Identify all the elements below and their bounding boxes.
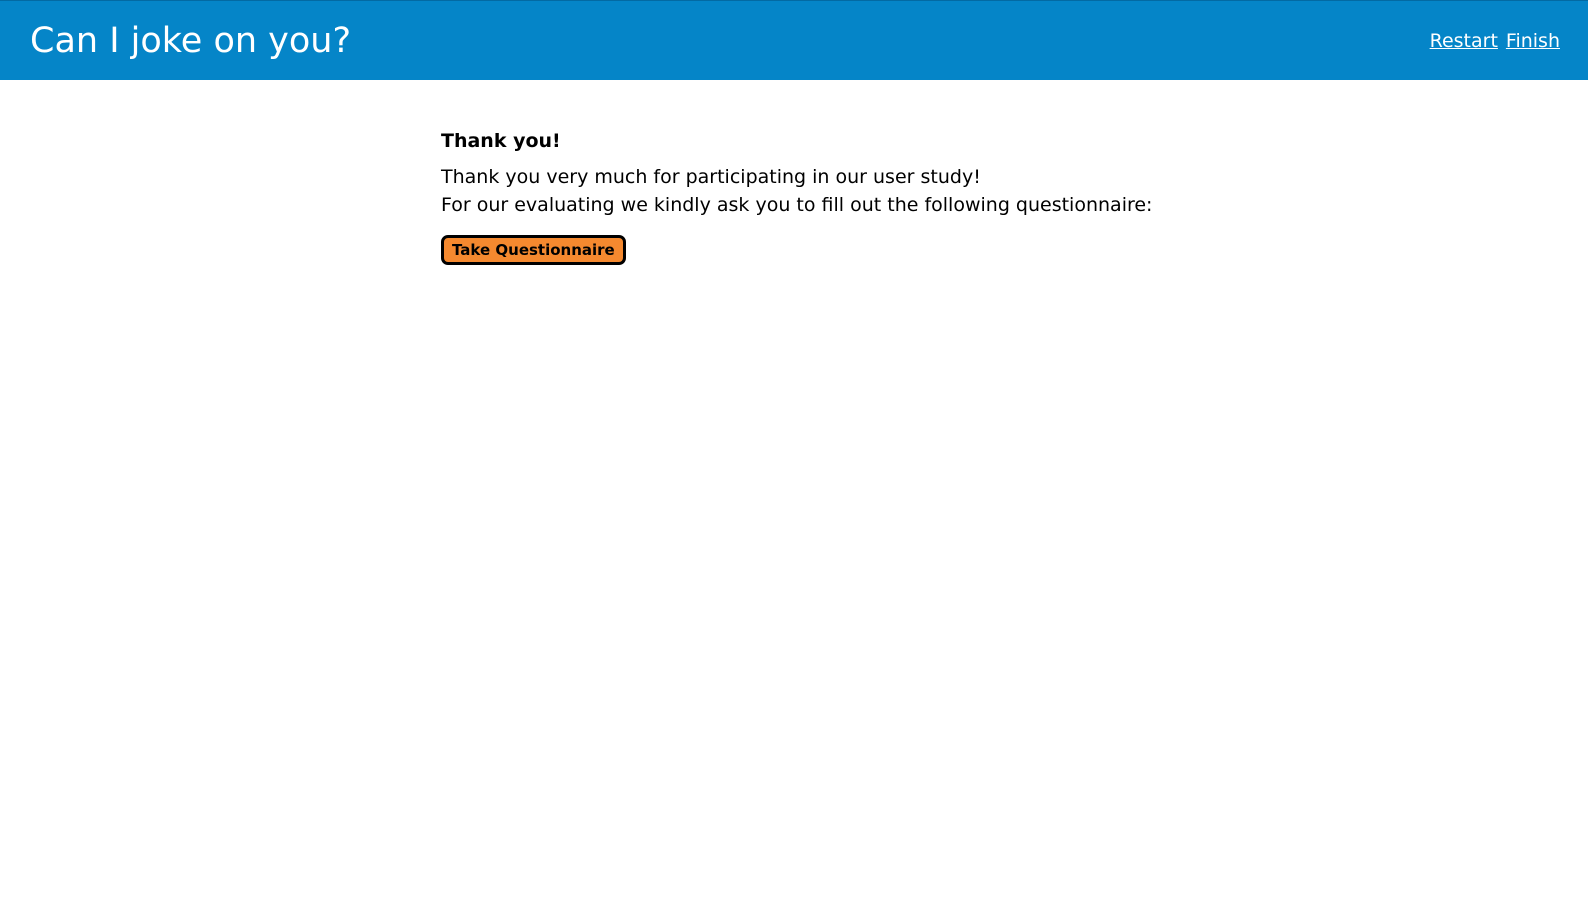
message-line: For our evaluating we kindly ask you to … [441, 194, 1153, 216]
thank-you-heading: Thank you! [441, 130, 561, 152]
message-line: Thank you very much for participating in… [441, 166, 981, 188]
take-questionnaire-button[interactable]: Take Questionnaire [441, 235, 626, 265]
app-title: Can I joke on you? [30, 21, 352, 61]
thank-you-message: Thank you very much for participating in… [441, 163, 1341, 219]
finish-link[interactable]: Finish [1506, 28, 1560, 54]
main-content: Thank you! Thank you very much for parti… [441, 128, 1341, 265]
header-nav: Restart Finish [1430, 28, 1560, 54]
restart-link[interactable]: Restart [1430, 28, 1498, 54]
app-header: Can I joke on you? Restart Finish [0, 0, 1588, 80]
